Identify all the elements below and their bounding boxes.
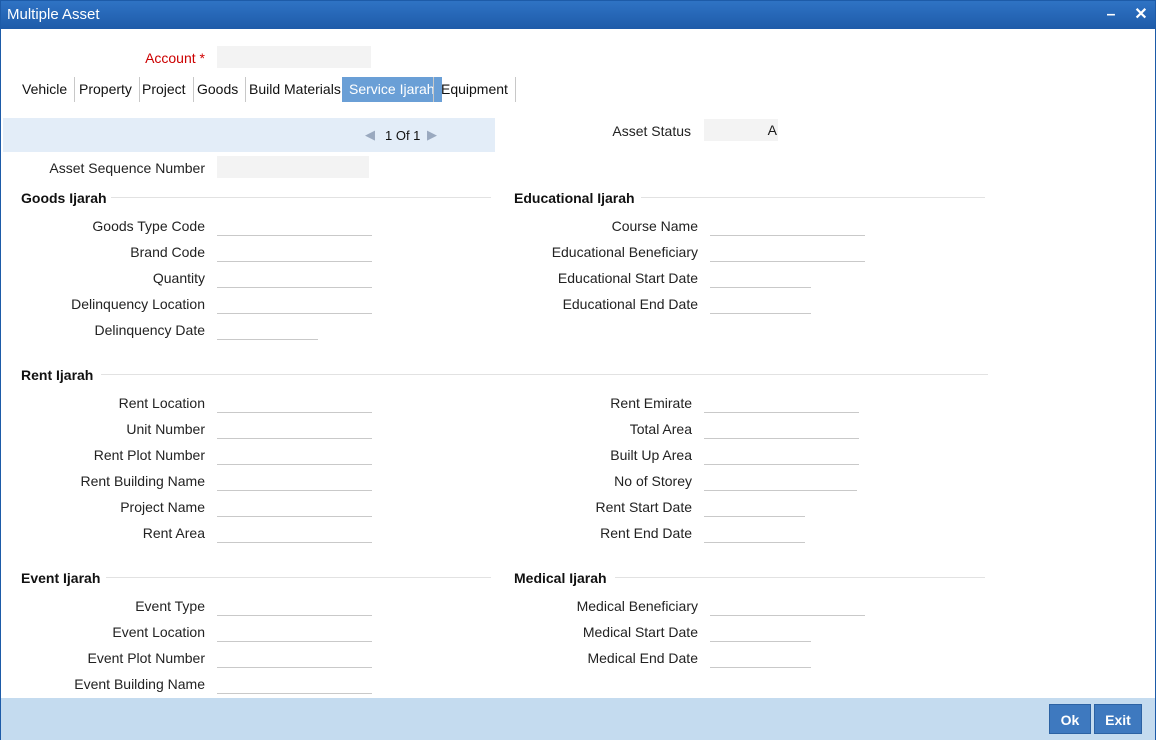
brand-code-label: Brand Code: [130, 244, 205, 260]
multiple-asset-window: Multiple Asset – ✕ Account * Vehicle Pro…: [0, 0, 1156, 740]
rent-location-label: Rent Location: [118, 395, 205, 411]
total-area-input[interactable]: [704, 417, 859, 439]
event-plot-number-label: Event Plot Number: [87, 650, 206, 666]
delinquency-date-label: Delinquency Date: [94, 322, 205, 338]
rent-plot-number-input[interactable]: [217, 443, 372, 465]
prev-arrow-icon[interactable]: ◀: [365, 127, 375, 143]
medical-start-date-input[interactable]: [710, 620, 811, 642]
rent-area-input[interactable]: [217, 521, 372, 543]
exit-button[interactable]: Exit: [1094, 704, 1142, 734]
medical-start-date-label: Medical Start Date: [582, 624, 698, 640]
tab-service-ijarah[interactable]: Service Ijarah: [342, 77, 442, 102]
educational-start-date-label: Educational Start Date: [557, 270, 698, 286]
rent-ijarah-title: Rent Ijarah: [21, 367, 94, 383]
educational-beneficiary-label: Educational Beneficiary: [551, 244, 698, 260]
event-ijarah-title: Event Ijarah: [21, 570, 101, 586]
tab-equipment[interactable]: Equipment: [433, 77, 516, 102]
section-divider: [615, 577, 985, 578]
tab-build-materials[interactable]: Build Materials: [242, 77, 349, 102]
educational-end-date-label: Educational End Date: [562, 296, 698, 312]
event-plot-number-input[interactable]: [217, 646, 372, 668]
project-name-input[interactable]: [217, 495, 372, 517]
asset-sequence-input[interactable]: [217, 156, 369, 178]
close-icon[interactable]: ✕: [1131, 5, 1151, 25]
rent-start-date-label: Rent Start Date: [595, 499, 693, 515]
section-divider: [101, 374, 988, 375]
asset-status-value: A: [704, 119, 778, 141]
built-up-area-label: Built Up Area: [610, 447, 692, 463]
tab-property[interactable]: Property: [72, 77, 140, 102]
total-area-label: Total Area: [629, 421, 692, 437]
no-of-storey-input[interactable]: [704, 469, 857, 491]
goods-type-code-label: Goods Type Code: [92, 218, 205, 234]
event-location-input[interactable]: [217, 620, 372, 642]
tab-project[interactable]: Project: [135, 77, 194, 102]
medical-ijarah-title: Medical Ijarah: [514, 570, 607, 586]
goods-type-code-input[interactable]: [217, 214, 372, 236]
page-indicator: 1 Of 1: [385, 128, 421, 143]
event-type-input[interactable]: [217, 594, 372, 616]
event-type-label: Event Type: [135, 598, 205, 614]
built-up-area-input[interactable]: [704, 443, 859, 465]
rent-plot-number-label: Rent Plot Number: [93, 447, 205, 463]
no-of-storey-label: No of Storey: [614, 473, 692, 489]
medical-beneficiary-label: Medical Beneficiary: [576, 598, 698, 614]
educational-start-date-input[interactable]: [710, 266, 811, 288]
educational-end-date-input[interactable]: [710, 292, 811, 314]
tab-goods[interactable]: Goods: [190, 77, 247, 102]
project-name-label: Project Name: [120, 499, 205, 515]
course-name-label: Course Name: [611, 218, 698, 234]
medical-beneficiary-input[interactable]: [710, 594, 865, 616]
rent-start-date-input[interactable]: [704, 495, 805, 517]
medical-end-date-label: Medical End Date: [587, 650, 698, 666]
account-input[interactable]: [217, 46, 371, 68]
unit-number-label: Unit Number: [126, 421, 205, 437]
medical-end-date-input[interactable]: [710, 646, 811, 668]
quantity-label: Quantity: [152, 270, 205, 286]
brand-code-input[interactable]: [217, 240, 372, 262]
account-label: Account *: [145, 50, 205, 66]
next-arrow-icon[interactable]: ▶: [427, 127, 437, 143]
rent-emirate-label: Rent Emirate: [610, 395, 692, 411]
quantity-input[interactable]: [217, 266, 372, 288]
rent-location-input[interactable]: [217, 391, 372, 413]
tab-vehicle[interactable]: Vehicle: [15, 77, 76, 102]
rent-building-name-input[interactable]: [217, 469, 372, 491]
delinquency-location-input[interactable]: [217, 292, 372, 314]
event-building-name-label: Event Building Name: [74, 676, 205, 692]
event-location-label: Event Location: [112, 624, 205, 640]
section-divider: [106, 577, 491, 578]
minimize-icon[interactable]: –: [1101, 5, 1121, 25]
rent-end-date-label: Rent End Date: [600, 525, 692, 541]
rent-building-name-label: Rent Building Name: [80, 473, 205, 489]
rent-emirate-input[interactable]: [704, 391, 859, 413]
window-title: Multiple Asset: [7, 6, 100, 23]
section-divider: [641, 197, 985, 198]
record-navigator: ◀ 1 Of 1 ▶: [3, 118, 495, 152]
delinquency-date-input[interactable]: [217, 318, 318, 340]
title-bar: Multiple Asset – ✕: [1, 1, 1155, 29]
rent-area-label: Rent Area: [142, 525, 205, 541]
event-building-name-input[interactable]: [217, 672, 372, 694]
delinquency-location-label: Delinquency Location: [71, 296, 205, 312]
ok-button[interactable]: Ok: [1049, 704, 1091, 734]
goods-ijarah-title: Goods Ijarah: [21, 190, 107, 206]
footer-bar: Ok Exit: [1, 698, 1155, 740]
asset-sequence-label: Asset Sequence Number: [49, 160, 205, 176]
section-divider: [111, 197, 491, 198]
course-name-input[interactable]: [710, 214, 865, 236]
educational-ijarah-title: Educational Ijarah: [514, 190, 635, 206]
rent-end-date-input[interactable]: [704, 521, 805, 543]
asset-status-label: Asset Status: [612, 123, 691, 139]
required-marker: *: [199, 50, 205, 66]
educational-beneficiary-input[interactable]: [710, 240, 865, 262]
unit-number-input[interactable]: [217, 417, 372, 439]
